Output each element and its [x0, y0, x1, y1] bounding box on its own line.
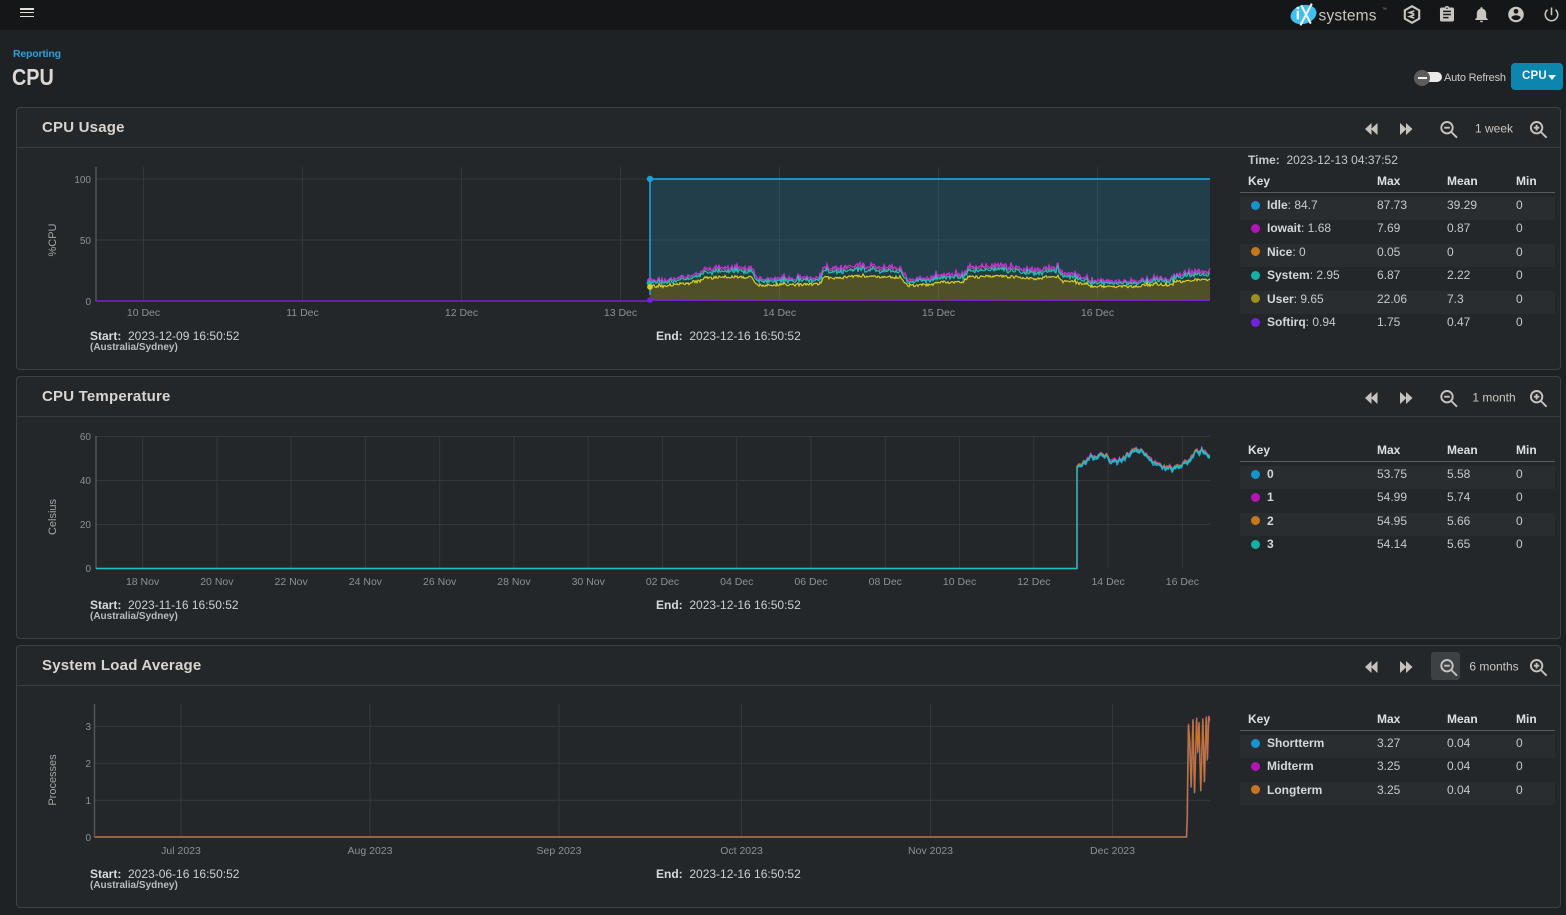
svg-text:™: ™ — [1382, 7, 1387, 13]
svg-text:systems: systems — [1319, 8, 1377, 25]
